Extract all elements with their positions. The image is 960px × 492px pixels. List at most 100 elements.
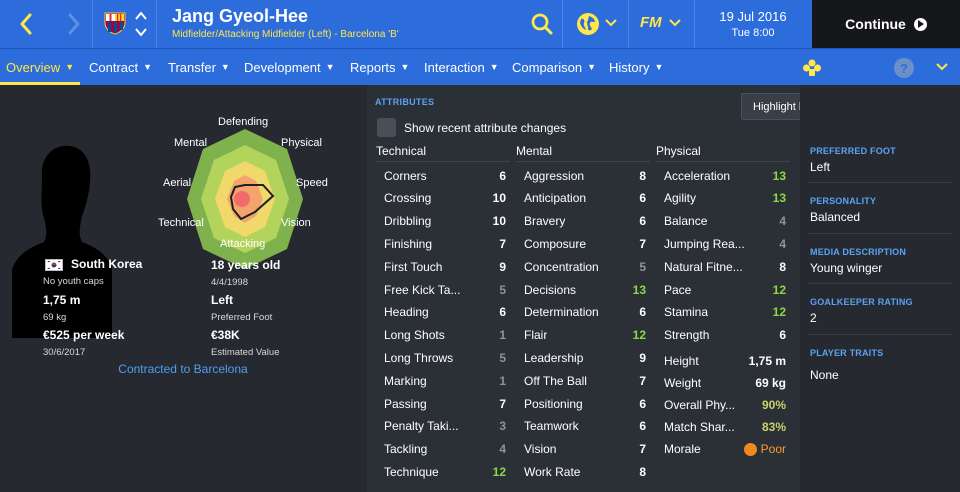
tab-history[interactable]: History ▼ [609, 49, 663, 85]
show-recent-changes-checkbox[interactable] [377, 118, 396, 137]
attribute-row[interactable]: Concentration 5 [524, 255, 646, 278]
attribute-value: 10 [492, 191, 506, 206]
fm-logo[interactable]: FM [640, 14, 662, 31]
attribute-row[interactable]: Penalty Taki... 3 [384, 415, 506, 438]
chevron-down-icon[interactable] [936, 62, 948, 72]
attribute-row[interactable]: Balance 4 [664, 210, 786, 233]
chevron-down-icon: ▼ [325, 62, 335, 72]
attribute-row[interactable]: Pace 12 [664, 278, 786, 301]
preferred-foot-label: Preferred Foot [211, 312, 273, 323]
attribute-row[interactable]: Strength 6 [664, 324, 786, 347]
attribute-row[interactable]: Stamina 12 [664, 301, 786, 324]
attribute-value: 5 [639, 259, 646, 274]
attribute-name: Off The Ball [524, 373, 587, 388]
info-divider [808, 283, 952, 284]
tab-overview[interactable]: Overview ▼ [0, 49, 81, 85]
tab-development[interactable]: Development ▼ [244, 49, 335, 85]
attribute-name: Bravery [524, 214, 566, 229]
player-name: Jang Gyeol-Hee [172, 6, 309, 26]
attribute-row[interactable]: Flair 12 [524, 324, 646, 347]
club-crest-icon[interactable] [104, 11, 126, 35]
attribute-row[interactable]: Corners 6 [384, 164, 506, 187]
attribute-name: Leadership [524, 350, 584, 365]
attribute-row[interactable]: Positioning 6 [524, 392, 646, 415]
chevron-down-icon[interactable] [669, 18, 681, 28]
attribute-row[interactable]: Marking 1 [384, 369, 506, 392]
search-icon[interactable] [530, 12, 554, 36]
attribute-row[interactable]: Heading 6 [384, 301, 506, 324]
globe-icon[interactable] [576, 12, 600, 36]
attribute-name: Passing [384, 396, 427, 411]
attribute-row[interactable]: Decisions 13 [524, 278, 646, 301]
attribute-value: 7 [639, 442, 646, 457]
attribute-value: 6 [639, 214, 646, 229]
continue-button[interactable]: Continue [812, 0, 960, 48]
attribute-name: Penalty Taki... [384, 419, 459, 434]
attribute-row[interactable]: Off The Ball 7 [524, 369, 646, 392]
attribute-name: Concentration [524, 259, 599, 274]
tab-transfer[interactable]: Transfer ▼ [168, 49, 230, 85]
attribute-name: Crossing [384, 191, 432, 206]
attribute-row[interactable]: Technique 12 [384, 460, 506, 483]
player-profile-panel: Defending Physical Speed Vision Attackin… [0, 85, 366, 492]
attribute-row[interactable]: Finishing 7 [384, 232, 506, 255]
attribute-name: Marking [384, 373, 427, 388]
trophy-icon[interactable] [802, 58, 822, 78]
attribute-value: 5 [499, 350, 506, 365]
chevron-down-icon[interactable] [605, 18, 617, 28]
nationality[interactable]: South Korea [71, 257, 142, 271]
attribute-name: Free Kick Ta... [384, 282, 461, 297]
attribute-value: 6 [639, 396, 646, 411]
contracted-to-link[interactable]: Contracted to Barcelona [0, 362, 366, 376]
attribute-row[interactable]: Agility 13 [664, 187, 786, 210]
attribute-row[interactable]: Teamwork 6 [524, 415, 646, 438]
physical-heading: Physical [656, 144, 701, 158]
help-icon[interactable]: ? [894, 58, 914, 78]
attribute-row[interactable]: First Touch 9 [384, 255, 506, 278]
back-arrow-icon[interactable] [6, 0, 46, 48]
attribute-row[interactable]: Dribbling 10 [384, 210, 506, 233]
radar-label-vision: Vision [281, 217, 311, 229]
attribute-row[interactable]: Work Rate 8 [524, 460, 646, 483]
attribute-value: 6 [499, 305, 506, 320]
forward-arrow-icon[interactable] [54, 0, 94, 48]
attribute-row[interactable]: Jumping Rea... 4 [664, 232, 786, 255]
attribute-row[interactable]: Acceleration 13 [664, 164, 786, 187]
attribute-value: 12 [772, 305, 786, 320]
attribute-row[interactable]: Natural Fitne... 8 [664, 255, 786, 278]
tab-label: Transfer [168, 59, 216, 75]
attribute-row[interactable]: Vision 7 [524, 438, 646, 461]
tab-interaction[interactable]: Interaction ▼ [424, 49, 499, 85]
attribute-row[interactable]: Leadership 9 [524, 346, 646, 369]
attribute-row[interactable]: Tackling 4 [384, 438, 506, 461]
radar-label-mental: Mental [174, 137, 208, 149]
radar-label-speed: Speed [296, 177, 328, 189]
tab-comparison[interactable]: Comparison ▼ [512, 49, 596, 85]
attribute-row[interactable]: Composure 7 [524, 232, 646, 255]
attribute-name: Pace [664, 282, 692, 297]
attribute-row[interactable]: Long Throws 5 [384, 346, 506, 369]
tab-contract[interactable]: Contract ▼ [89, 49, 152, 85]
height-value: 1,75 m [43, 293, 81, 307]
attribute-name: Work Rate [524, 464, 581, 479]
attribute-row[interactable]: Bravery 6 [524, 210, 646, 233]
tab-reports[interactable]: Reports ▼ [350, 49, 409, 85]
physical-info-row: Weight 69 kg [664, 372, 786, 394]
attribute-row[interactable]: Determination 6 [524, 301, 646, 324]
attribute-row[interactable]: Crossing 10 [384, 187, 506, 210]
attribute-row[interactable]: Aggression 8 [524, 164, 646, 187]
attribute-row[interactable]: Passing 7 [384, 392, 506, 415]
attribute-name: Decisions [524, 282, 577, 297]
attribute-row[interactable]: Anticipation 6 [524, 187, 646, 210]
attribute-row[interactable]: Long Shots 1 [384, 324, 506, 347]
header-divider [156, 0, 157, 48]
radar-label-defending: Defending [218, 116, 269, 128]
media-description-value: Young winger [810, 261, 883, 275]
header-divider [92, 0, 93, 48]
attribute-name: Finishing [384, 236, 433, 251]
chevron-down-icon: ▼ [65, 62, 75, 72]
up-down-icon[interactable] [134, 8, 148, 40]
attribute-row[interactable]: Free Kick Ta... 5 [384, 278, 506, 301]
attribute-name: Long Throws [384, 350, 454, 365]
media-description-title: MEDIA DESCRIPTION [810, 247, 907, 257]
